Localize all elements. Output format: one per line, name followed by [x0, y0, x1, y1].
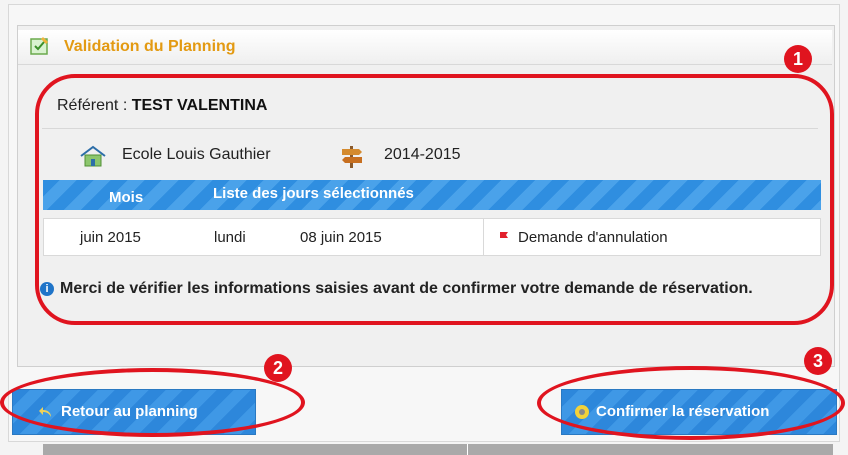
annotation-number-2: 2 [264, 354, 292, 382]
annotation-ring-2 [0, 368, 305, 437]
scrollbar-divider [467, 444, 468, 455]
annotation-number-1: 1 [784, 45, 812, 73]
panel-header: Validation du Planning [18, 30, 832, 65]
bottom-scrollbar [43, 444, 833, 455]
annotation-ring-3 [537, 366, 845, 440]
panel-title: Validation du Planning [64, 38, 236, 55]
validation-icon [30, 37, 48, 55]
annotation-ring-1 [35, 74, 834, 325]
annotation-number-3: 3 [804, 347, 832, 375]
